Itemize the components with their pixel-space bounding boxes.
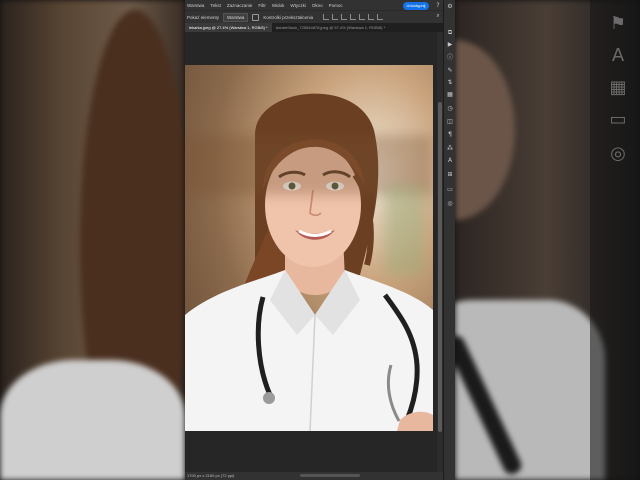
document-tabs: lekarka.jpeg @ 27.4% (Warstwa 1, RGB/8) … <box>185 23 443 32</box>
menu-wtyczki[interactable]: Wtyczki <box>290 3 306 8</box>
play-icon[interactable]: ▶ <box>445 40 455 49</box>
ghost-flag-icon: ⚑ <box>609 13 627 34</box>
comment-icon[interactable]: ◎ <box>445 199 455 208</box>
brush-icon[interactable]: ✎ <box>445 66 455 75</box>
menu-filtr[interactable]: Filtr <box>258 3 266 8</box>
info-icon[interactable]: ⓘ <box>445 53 455 62</box>
photo-background-plant <box>385 185 425 275</box>
ghost-cc-icon: ◎ <box>610 143 626 164</box>
doctor-photo[interactable] <box>185 65 433 431</box>
options-bar: Pokaż elementy Warstwa Kontrolki przeksz… <box>185 10 455 23</box>
blurred-background-left <box>0 0 185 480</box>
menu-widok[interactable]: Widok <box>272 3 285 8</box>
glyph-icon[interactable]: ⊞ <box>445 170 455 179</box>
menu-tekst[interactable]: Tekst <box>210 3 221 8</box>
transform-controls-label: Kontrolki przekształcenia <box>263 14 314 20</box>
menu-okno[interactable]: Okno <box>312 3 323 8</box>
ghost-folder-icon: ▭ <box>609 109 627 130</box>
auto-select-dropdown[interactable]: Warstwa <box>223 12 249 22</box>
blurred-coat <box>0 360 185 480</box>
align-bottom-icon[interactable] <box>368 14 375 20</box>
character-icon[interactable]: A <box>445 156 455 165</box>
align-top-icon[interactable] <box>350 14 357 20</box>
styles-icon[interactable]: ⁂ <box>445 144 455 153</box>
layers-icon[interactable]: ⧉ <box>445 28 455 37</box>
history-icon[interactable]: ◷ <box>445 104 455 113</box>
adjust-icon[interactable]: ⇅ <box>445 78 455 87</box>
blurred-face <box>455 40 515 220</box>
align-left-icon[interactable] <box>323 14 330 20</box>
transform-controls-checkbox[interactable] <box>252 13 260 21</box>
align-right-icon[interactable] <box>341 14 348 20</box>
align-buttons <box>323 14 384 20</box>
search-icon[interactable]: ⌕ <box>434 12 442 20</box>
properties-icon[interactable]: ◫ <box>445 117 455 126</box>
document-dimensions: 1700 px x 2160 px (72 ppi) <box>187 473 235 478</box>
ghost-table-icon: ▦ <box>609 77 627 98</box>
horizontal-scrollbar[interactable] <box>300 474 360 477</box>
tab-lekarka[interactable]: lekarka.jpeg @ 27.4% (Warstwa 1, RGB/8) … <box>185 23 272 32</box>
ghost-panel <box>590 0 640 480</box>
options-label: Pokaż elementy <box>187 14 220 20</box>
help-icon[interactable]: ? <box>434 2 442 10</box>
align-center-icon[interactable] <box>332 14 339 20</box>
libraries-icon[interactable]: ▭ <box>445 185 455 194</box>
canvas-area[interactable] <box>185 32 443 472</box>
menu-pomoc[interactable]: Pomoc <box>329 3 343 8</box>
right-panel-toolbar: ⚙ ⧉ ▶ ⓘ ✎ ⇅ ▦ ◷ ◫ ¶ ⁂ A ⊞ ▭ ◎ <box>443 0 455 480</box>
vertical-scroll-thumb[interactable] <box>438 102 442 432</box>
photoshop-window: Warstwa Tekst Zaznaczanie Filtr Widok Wt… <box>185 0 455 480</box>
settings-icon[interactable]: ⚙ <box>445 2 455 11</box>
menu-warstwa[interactable]: Warstwa <box>187 3 204 8</box>
align-middle-icon[interactable] <box>359 14 366 20</box>
menu-zaznaczanie[interactable]: Zaznaczanie <box>227 3 253 8</box>
distribute-icon[interactable] <box>377 14 384 20</box>
tab-adobestock[interactable]: AdobeStock_725544878.jpeg @ 57.4% (Warst… <box>272 23 390 32</box>
paragraph-icon[interactable]: ¶ <box>445 130 455 139</box>
ghost-character-icon: A <box>611 45 625 66</box>
swatches-icon[interactable]: ▦ <box>445 90 455 99</box>
status-bar: 1700 px x 2160 px (72 ppi) <box>185 472 443 480</box>
share-button[interactable]: Udostępnij <box>403 2 429 10</box>
